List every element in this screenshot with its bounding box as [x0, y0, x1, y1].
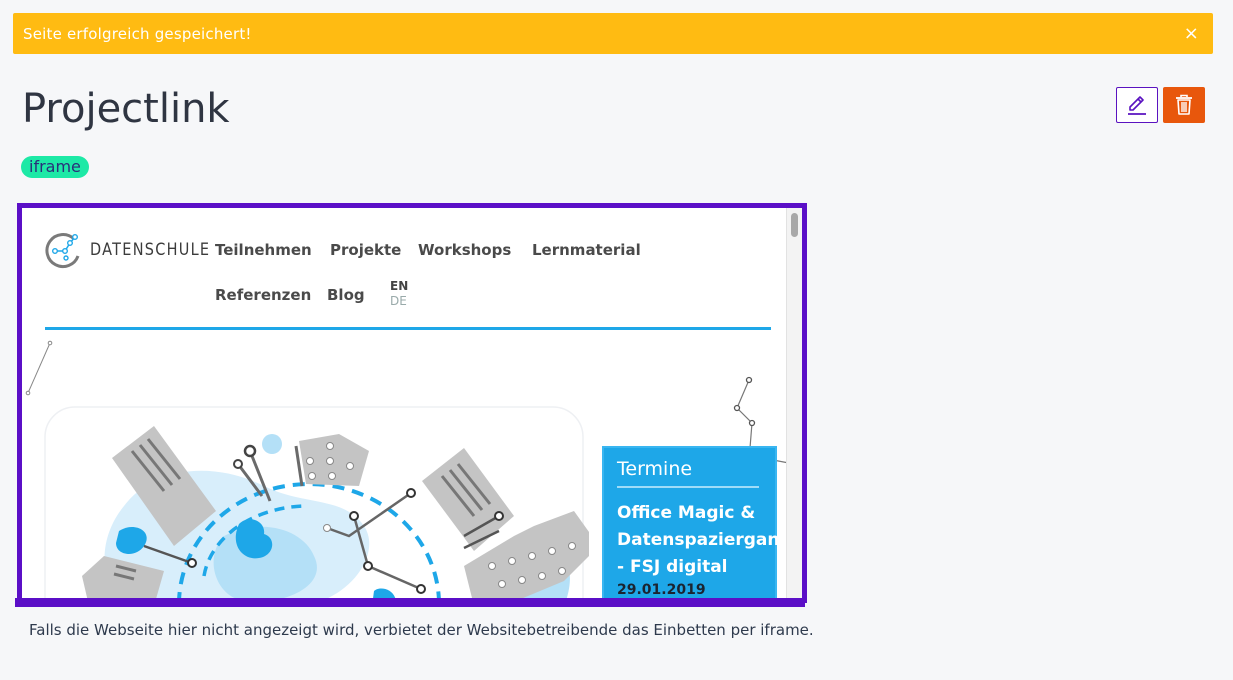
datenschule-logo-icon — [45, 233, 80, 269]
city-illustration — [44, 406, 589, 598]
trash-icon — [1176, 94, 1192, 115]
lang-en[interactable]: EN — [390, 279, 408, 294]
termine-rule — [617, 486, 759, 488]
close-icon[interactable]: × — [1180, 23, 1203, 44]
iframe-scrollbar[interactable] — [786, 208, 802, 598]
pencil-icon — [1128, 96, 1146, 115]
alert-message: Seite erfolgreich gespeichert! — [23, 24, 252, 43]
datenschule-logo[interactable]: DATENSCHULE — [44, 230, 232, 270]
iframe-caption: Falls die Webseite hier nicht angezeigt … — [29, 621, 814, 639]
termine-heading: Termine — [617, 458, 693, 480]
event-title[interactable]: Office Magic & Datenspaziergang - FSJ di… — [617, 500, 792, 581]
scrollbar-thumb[interactable] — [791, 213, 798, 237]
iframe-preview[interactable]: DATENSCHULE Teilnehmen Projekte Workshop… — [17, 203, 807, 603]
nav-item-workshops[interactable]: Workshops — [418, 241, 511, 259]
page-title: Projectlink — [22, 86, 230, 132]
nav-item-lernmaterial[interactable]: Lernmaterial — [532, 241, 641, 259]
termine-box: Termine Office Magic & Datenspaziergang … — [602, 446, 792, 598]
type-tag: iframe — [21, 156, 89, 178]
nav-item-blog[interactable]: Blog — [327, 286, 365, 304]
lang-de[interactable]: DE — [390, 294, 408, 309]
delete-button[interactable] — [1163, 87, 1205, 123]
logo-text: DATENSCHULE — [90, 240, 211, 260]
success-alert: Seite erfolgreich gespeichert! × — [13, 13, 1213, 54]
nav-item-projekte[interactable]: Projekte — [330, 241, 401, 259]
nav-item-referenzen[interactable]: Referenzen — [215, 286, 311, 304]
nav-item-teilnehmen[interactable]: Teilnehmen — [215, 241, 312, 259]
event-date: 29.01.2019 — [617, 582, 706, 598]
embedded-header: DATENSCHULE Teilnehmen Projekte Workshop… — [22, 208, 782, 338]
edit-button[interactable] — [1116, 87, 1158, 123]
header-divider — [45, 327, 771, 330]
language-switch: EN DE — [390, 279, 408, 309]
